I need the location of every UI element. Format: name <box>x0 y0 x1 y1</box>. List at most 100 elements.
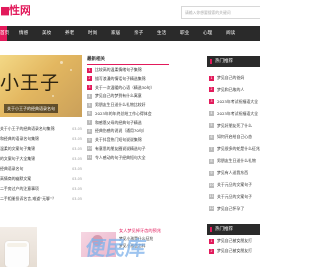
list-item-title[interactable]: 描写浪漫的情话句子精选集锦 <box>95 76 146 81</box>
list-item[interactable]: 8 经典伤感的说说（通用70句） <box>87 127 169 136</box>
nav-item-home[interactable]: 首页 <box>0 26 9 41</box>
list-item-title[interactable]: 和经典的语录名句集锦 <box>0 134 39 144</box>
search-box <box>181 6 260 19</box>
list-item[interactable]: 2 梦见自己被女朋友打 <box>207 246 260 256</box>
latest-list: 1 比较高的温柔情绪句子集锦 2 描写浪漫的情话句子精选集锦 3 关于一次温暖的心语（… <box>87 66 169 162</box>
list-item[interactable]: 7 和感恩父母的经典句子精选 <box>87 119 169 128</box>
list-item-title[interactable]: 关于抖音热门短句说说集锦 <box>95 137 142 142</box>
list-item[interactable]: 9 梦见有人送我东西 <box>207 167 260 179</box>
hot-section-header: 热门推荐 <box>207 56 260 67</box>
list-item[interactable]: 二手房过户的注意事项 03-05 <box>0 184 82 194</box>
rank-badge: 10 <box>87 146 92 152</box>
rank-badge: 3 <box>209 99 214 105</box>
nav-item-psychology[interactable]: 心理 <box>203 26 212 41</box>
search-input[interactable] <box>182 7 260 18</box>
list-item[interactable]: 10 关于元旦的文案句子 <box>207 179 260 191</box>
list-item-title[interactable]: 梦见有人送我东西 <box>217 170 248 175</box>
bottom-hot-section-title: 热门推荐 <box>215 227 233 232</box>
list-item[interactable]: 的文案句子大全集锦 03-05 <box>0 154 82 164</box>
list-item-title[interactable]: 令人感动的句子经典短句大全 <box>95 155 146 160</box>
list-item[interactable]: 1 梦见自己被女朋友打 <box>207 236 260 246</box>
site-logo[interactable]: ■性网 <box>0 3 30 19</box>
nav-item-beauty[interactable]: 美妆 <box>42 26 51 41</box>
list-item[interactable]: 关于小王子的经典语录名句集锦 03-05 <box>0 124 82 134</box>
nav-item-fashion[interactable]: 时尚 <box>88 26 97 41</box>
hero-title: 小王子 <box>0 72 61 94</box>
nav-item-elderly[interactable]: 养老 <box>65 26 74 41</box>
nav-item-reading[interactable]: 阅读 <box>226 26 235 41</box>
list-item-title[interactable]: 男朋友生日送什么礼物比较好 <box>95 102 146 107</box>
list-item[interactable]: 二手相册投诉名言,难道“无聊”？ 03-05 <box>0 194 82 204</box>
list-item-title[interactable]: 梦见自己被女朋友打 <box>217 238 252 243</box>
list-item-title[interactable]: 2023年的年终总结工作心得体会 <box>95 111 152 116</box>
list-item[interactable]: 1 梦见自己的爸妈 <box>207 72 260 84</box>
list-item-title[interactable]: 梦见自己被女朋友打 <box>217 248 252 253</box>
rank-badge: 9 <box>209 170 214 176</box>
list-item-title[interactable]: 有意思的朋友圈说说精选句子 <box>95 146 146 151</box>
list-item[interactable]: 3 2023年考试祝福语大全 <box>207 96 260 108</box>
list-item-title[interactable]: 的文案句子大全集锦 <box>0 154 35 164</box>
nav-item-home-life[interactable]: 家居 <box>111 26 120 41</box>
nav-item-emotion[interactable]: 情感 <box>19 26 28 41</box>
list-item[interactable]: 温柔的文案句子集锦 03-05 <box>0 144 82 154</box>
list-item-title[interactable]: 2023年考试祝福语大全 <box>217 99 258 104</box>
hero-caption[interactable]: 关于小王子的经典语录名句 <box>4 104 58 113</box>
nav-item-parenting[interactable]: 亲子 <box>134 26 143 41</box>
list-item-title[interactable]: 梦见好朋友死了什么 <box>217 123 252 128</box>
list-item[interactable]: 高情商的幽默文案 03-05 <box>0 174 82 184</box>
list-item-title[interactable]: 经典语录名句 <box>0 164 23 174</box>
logo-text: 性网 <box>9 4 30 17</box>
list-item[interactable]: 8 男朋友生日送什么礼物 <box>207 155 260 167</box>
list-item[interactable]: 经典语录名句 03-05 <box>0 164 82 174</box>
rank-badge: 2 <box>209 248 214 254</box>
rank-badge: 5 <box>209 123 214 129</box>
list-item[interactable]: 10 有意思的朋友圈说说精选句子 <box>87 145 169 154</box>
hot-list: 1 梦见自己的爸妈 2 梦见和已故的人 3 2023年考试祝福语大全 4 2023年考试… <box>207 72 260 215</box>
list-item[interactable]: 7 梦见很多的蛇是什么征兆 <box>207 143 260 155</box>
list-item-title[interactable]: 二手相册投诉名言,难道“无聊”？ <box>0 194 56 204</box>
list-item[interactable]: 5 梦见好朋友死了什么 <box>207 120 260 132</box>
list-item[interactable]: 9 关于抖音热门短句说说集锦 <box>87 136 169 145</box>
list-item[interactable]: 6 如何开启给自己心态 <box>207 131 260 143</box>
list-item-title[interactable]: 梦见很多的蛇是什么征兆 <box>217 146 260 151</box>
list-item[interactable]: 12 梦见自己怀孕了 <box>207 203 260 215</box>
list-item-title[interactable]: 梦见自己的梦到有什么寓意 <box>95 93 142 98</box>
list-item-title[interactable]: 关于一次温暖的心语（精选30句） <box>95 85 154 90</box>
list-item[interactable]: 1 比较高的温柔情绪句子集锦 <box>87 66 169 75</box>
list-item-title[interactable]: 如何开启给自己心态 <box>217 134 252 139</box>
list-item-title[interactable]: 二手房过户的注意事项 <box>0 184 39 194</box>
list-item-title[interactable]: 温柔的文案句子集锦 <box>0 144 35 154</box>
list-item[interactable]: 3 关于一次温暖的心语（精选30句） <box>87 84 169 93</box>
list-item-title[interactable]: 关于元旦的文案句子 <box>217 194 252 199</box>
list-item[interactable]: 2 梦见和已故的人 <box>207 84 260 96</box>
list-item[interactable]: 5 男朋友生日送什么礼物比较好 <box>87 101 169 110</box>
list-item-title[interactable]: 男朋友生日送什么礼物 <box>217 158 256 163</box>
list-item[interactable]: 和经典的语录名句集锦 03-05 <box>0 134 82 144</box>
list-item-title[interactable]: 梦见自己的爸妈 <box>217 75 244 80</box>
milk-cup-illustration <box>5 241 29 267</box>
list-item[interactable]: 2 描写浪漫的情话句子精选集锦 <box>87 75 169 84</box>
nav-item-career[interactable]: 职业 <box>180 26 189 41</box>
list-item-date: 03-05 <box>72 197 82 201</box>
list-item[interactable]: 4 2023年考试祝福语大全 <box>207 108 260 120</box>
list-item[interactable]: 4 梦见自己的梦到有什么寓意 <box>87 92 169 101</box>
list-item-title[interactable]: 经典伤感的说说（通用70句） <box>95 128 147 133</box>
nav-item-life[interactable]: 生活 <box>157 26 166 41</box>
rank-badge: 1 <box>209 75 214 81</box>
list-item[interactable]: 11 关于元旦的文案句子 <box>207 191 260 203</box>
list-item-title[interactable]: 梦见和已故的人 <box>217 87 244 92</box>
rank-badge: 7 <box>209 146 214 152</box>
list-item-date: 03-05 <box>72 127 82 131</box>
list-item[interactable]: 11 令人感动的句子经典短句大全 <box>87 154 169 163</box>
article-thumbnail-image[interactable] <box>0 227 37 267</box>
list-item-title[interactable]: 关于小王子的经典语录名句集锦 <box>0 124 54 134</box>
hero-banner[interactable]: 小王子 关于小王子的经典语录名句 <box>0 55 82 117</box>
rank-badge: 8 <box>209 158 214 164</box>
list-item[interactable]: 6 2023年的年终总结工作心得体会 <box>87 110 169 119</box>
list-item-title[interactable]: 关于元旦的文案句子 <box>217 182 252 187</box>
list-item-title[interactable]: 梦见自己怀孕了 <box>217 206 244 211</box>
list-item-title[interactable]: 高情商的幽默文案 <box>0 174 31 184</box>
list-item-title[interactable]: 比较高的温柔情绪句子集锦 <box>95 67 142 72</box>
list-item-title[interactable]: 和感恩父母的经典句子精选 <box>95 120 142 125</box>
list-item-title[interactable]: 2023年考试祝福语大全 <box>217 111 258 116</box>
